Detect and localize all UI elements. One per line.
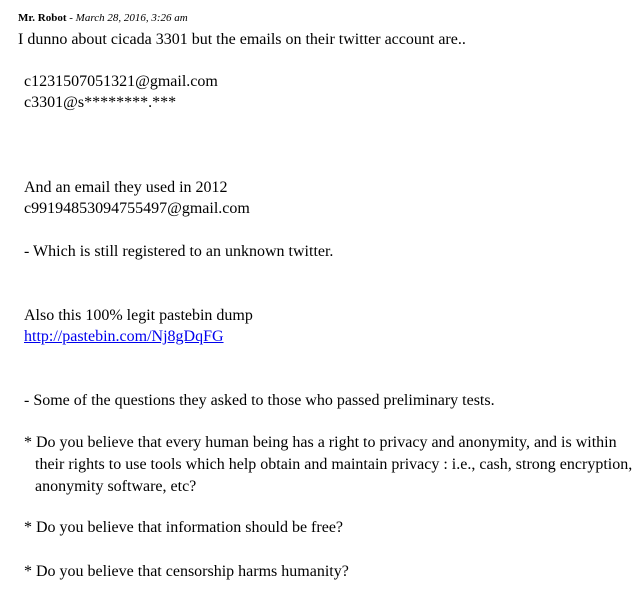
email-2012: c99194853094755497@gmail.com (24, 200, 250, 217)
pastebin-link[interactable]: http://pastebin.com/Nj8gDqFG (24, 327, 224, 347)
question-item-information: * Do you believe that information should… (24, 519, 344, 536)
comment-author: Mr. Robot (18, 12, 67, 24)
email-2012-intro: And an email they used in 2012 (24, 179, 228, 196)
questions-intro: - Some of the questions they asked to th… (24, 392, 495, 409)
registered-note: - Which is still registered to an unknow… (24, 243, 334, 260)
twitter-email-1: c1231507051321@gmail.com (24, 73, 218, 90)
question-item-censorship: * Do you believe that censorship harms h… (24, 563, 349, 580)
question-item-privacy: * Do you believe that every human being … (24, 434, 633, 495)
comment-header: Mr. Robot - March 28, 2016, 3:26 am (18, 12, 188, 25)
comment-date: March 28, 2016, 3:26 am (75, 12, 188, 24)
pastebin-intro: Also this 100% legit pastebin dump (24, 307, 253, 324)
comment-intro: I dunno about cicada 3301 but the emails… (18, 31, 466, 48)
header-separator: - (66, 12, 76, 24)
twitter-email-2: c3301@s********.*** (24, 94, 177, 111)
